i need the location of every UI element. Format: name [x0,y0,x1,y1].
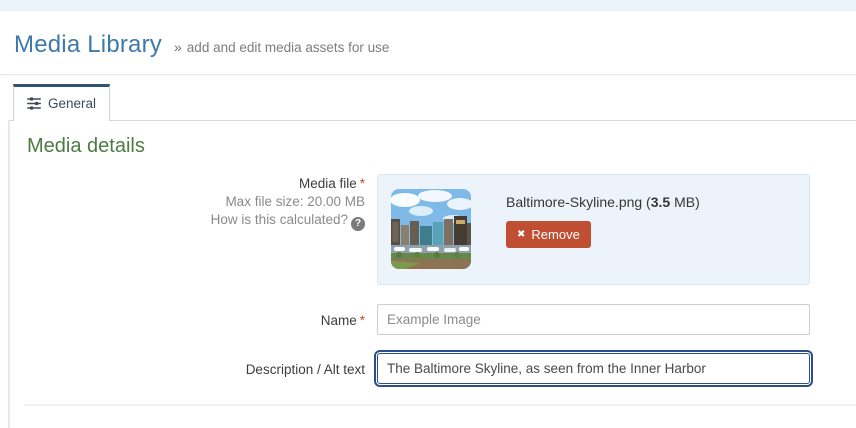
tab-general-label: General [48,96,97,111]
uploaded-file-card: Baltimore-Skyline.png (3.5 MB) ✖ Remove [377,174,810,285]
media-file-label-block: Media file * Max file size: 20.00 MB How … [27,174,365,231]
tab-general[interactable]: General [13,84,111,121]
top-accent-bar [0,0,856,11]
description-row: Description / Alt text [27,353,856,384]
page-subtitle-text: add and edit media assets for use [186,40,390,55]
breadcrumb-chevron: » [174,39,182,55]
required-asterisk: * [359,176,365,191]
section-bottom-divider [24,404,856,406]
page-title: Media Library [14,31,162,58]
remove-button-label: Remove [531,227,580,242]
media-file-row: Media file * Max file size: 20.00 MB How … [27,174,856,285]
name-input[interactable] [377,304,810,335]
section-heading: Media details [27,135,145,157]
page-subtitle: » add and edit media assets for use [174,39,389,55]
help-line: How is this calculated?? [27,211,365,231]
tab-bar: General [13,84,856,121]
file-meta: Baltimore-Skyline.png (3.5 MB) ✖ Remove [506,189,700,270]
media-file-label: Media file * [298,176,365,191]
question-circle-icon[interactable]: ? [351,217,365,231]
sliders-icon [27,97,41,110]
required-asterisk: * [359,313,365,328]
name-control [377,304,810,335]
how-calculated-link[interactable]: How is this calculated? [211,212,348,227]
file-name: Baltimore-Skyline.png (3.5 MB) [506,194,700,210]
media-library-page: Media Library » add and edit media assets… [0,0,856,428]
description-label: Description / Alt text [245,362,365,377]
max-file-size-text: Max file size: 20.00 MB [225,194,365,209]
file-size: 3.5 [650,194,671,210]
name-row: Name * [27,304,856,335]
description-control [377,353,810,384]
file-thumbnail [391,189,471,269]
remove-x-icon: ✖ [517,229,526,240]
header-divider [0,74,856,75]
remove-file-button[interactable]: ✖ Remove [506,221,591,248]
media-file-control: Baltimore-Skyline.png (3.5 MB) ✖ Remove [377,174,810,285]
name-label-block: Name * [27,304,365,330]
page-header: Media Library » add and edit media assets… [0,11,856,59]
description-input[interactable] [377,353,810,384]
tab-content-panel: Media details Media file * Max file size:… [8,120,856,428]
name-label: Name * [320,313,365,328]
description-label-block: Description / Alt text [27,353,365,379]
